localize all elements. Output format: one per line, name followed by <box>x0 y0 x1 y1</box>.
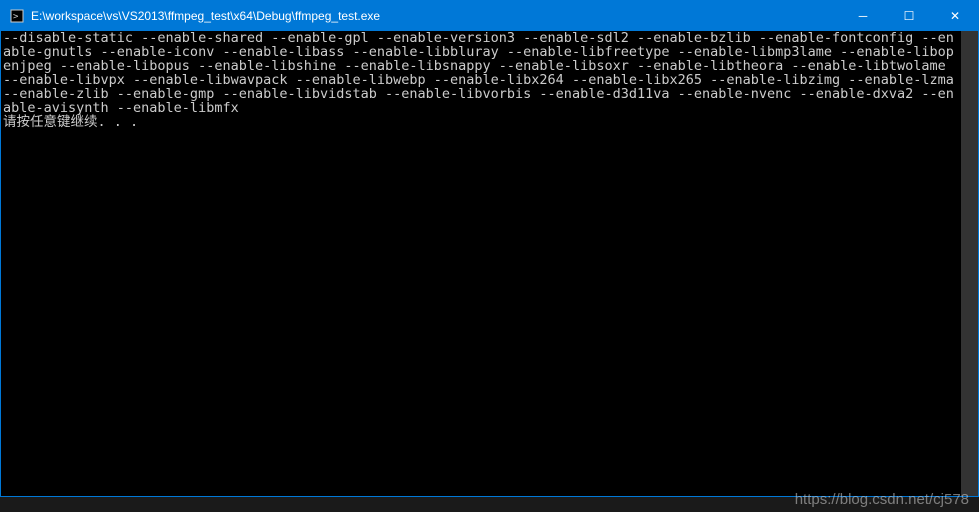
maximize-button[interactable]: ☐ <box>886 1 932 31</box>
scrollbar-up-button[interactable]: ▲ <box>961 31 978 48</box>
close-icon: ✕ <box>950 9 960 23</box>
app-icon: > <box>9 8 25 24</box>
window-title: E:\workspace\vs\VS2013\ffmpeg_test\x64\D… <box>31 9 840 23</box>
chevron-down-icon: ▼ <box>967 481 972 495</box>
minimize-icon: ─ <box>859 9 868 23</box>
console-window: > E:\workspace\vs\VS2013\ffmpeg_test\x64… <box>0 0 979 497</box>
console-prompt-text: 请按任意键继续. . . <box>3 114 138 130</box>
console-output-text: --disable-static --enable-shared --enabl… <box>3 31 962 116</box>
scrollbar-down-button[interactable]: ▼ <box>961 479 978 496</box>
svg-text:>: > <box>13 12 19 22</box>
chevron-up-icon: ▲ <box>967 33 972 47</box>
minimize-button[interactable]: ─ <box>840 1 886 31</box>
vertical-scrollbar[interactable]: ▲ ▼ <box>961 31 978 496</box>
window-controls: ─ ☐ ✕ <box>840 1 978 31</box>
console-output-area[interactable]: --disable-static --enable-shared --enabl… <box>1 31 978 496</box>
scrollbar-thumb[interactable] <box>963 48 976 168</box>
maximize-icon: ☐ <box>904 9 915 23</box>
titlebar[interactable]: > E:\workspace\vs\VS2013\ffmpeg_test\x64… <box>1 1 978 31</box>
close-button[interactable]: ✕ <box>932 1 978 31</box>
